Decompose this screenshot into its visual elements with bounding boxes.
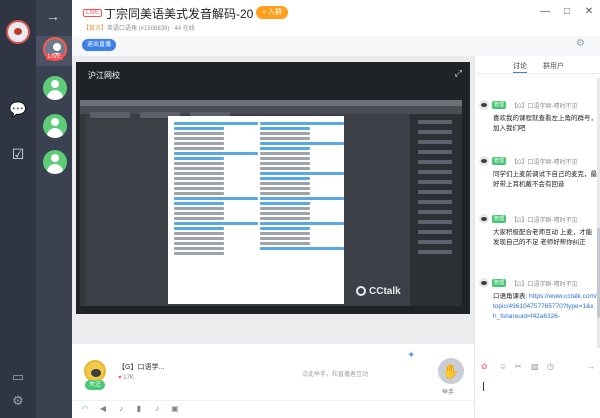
sender-name: 【G】口语学群-晴时不见	[511, 160, 578, 166]
calendar-check-icon[interactable]: ☑	[9, 145, 27, 163]
group-avatar[interactable]	[43, 150, 67, 174]
host-name: 【G】口语学...	[118, 364, 165, 371]
cctalk-window: 💬 ☑ ▭ ⚙ → LIVE LIVE 丁宗同美语美式发音解码-20 + 入群 …	[0, 0, 600, 418]
back-arrow-icon[interactable]: →	[46, 8, 60, 24]
sender-name: 【G】口语学群-晴时不见	[511, 104, 578, 110]
sparkle-icon: ✦	[407, 350, 416, 361]
group-list: → LIVE	[36, 0, 72, 418]
raise-hand-button[interactable]: ✋	[438, 358, 464, 384]
message-text: 口语角课表: https://www.cctalk.com/topic/4961…	[493, 293, 597, 320]
screen-icon[interactable]: ▭	[9, 368, 27, 386]
speaker-icon[interactable]: ◀	[98, 404, 108, 414]
group-info: 英语口语角 (#1508839)	[107, 26, 170, 32]
mic-volume-icon[interactable]: ♪	[152, 404, 162, 414]
message-text: 同学们上麦前调试下自己的麦克，最好带上耳机戴不会有回音	[493, 171, 597, 188]
title-bar: LIVE 丁宗同美语美式发音解码-20 + 入群 【官方】英语口语角 (#150…	[72, 0, 600, 36]
page-title: 丁宗同美语美式发音解码-20	[104, 7, 254, 21]
group-avatar[interactable]	[43, 76, 67, 100]
chat-tools: ✿ ☺ ✂ ▧ ◷ →	[475, 360, 600, 374]
volume-icon[interactable]: ♪	[116, 404, 126, 414]
sender-avatar[interactable]	[479, 214, 489, 224]
microphone-icon[interactable]: ▮	[134, 404, 144, 414]
message-text: 喜欢我的课程就查看左上角的群号，加入我们吧	[493, 115, 597, 132]
cctalk-watermark: CCtalk	[356, 286, 401, 297]
wifi-icon: ◠	[81, 404, 89, 413]
admin-badge: 管理	[492, 215, 507, 223]
settings-gear-icon[interactable]: ⚙	[576, 38, 585, 49]
online-count: 44 在线	[174, 26, 195, 32]
video-area: 沪江网校 ⤢ CCtalk	[72, 56, 474, 344]
official-tag: 【官方】	[83, 26, 108, 32]
join-group-button[interactable]: + 入群	[256, 6, 289, 19]
active-tab-underline	[513, 72, 527, 73]
camera-icon[interactable]: ▣	[170, 404, 180, 414]
sender-avatar[interactable]	[479, 156, 489, 166]
close-icon[interactable]: ✕	[582, 5, 596, 19]
host-avatar[interactable]	[84, 360, 106, 382]
admin-badge: 管理	[492, 157, 507, 165]
tab-discussion[interactable]: 讨论	[513, 61, 527, 71]
sender-name: 【G】口语学群-晴时不见	[511, 282, 578, 288]
sender-avatar[interactable]	[479, 278, 489, 288]
raise-hand-label: 举手	[442, 390, 455, 396]
send-arrow-icon[interactable]: →	[587, 362, 595, 371]
live-tag: LIVE	[83, 9, 103, 17]
interact-hint: 点此举手，和直播者互动	[302, 372, 369, 378]
fullscreen-icon[interactable]: ⤢	[455, 68, 462, 79]
video-stage[interactable]: 沪江网校 ⤢ CCtalk	[76, 62, 470, 314]
host-bar: 关注 【G】口语学... ♥ 17K 点此举手，和直播者互动 ✦ ✋ 举手	[72, 344, 474, 400]
maximize-icon[interactable]: □	[560, 5, 574, 19]
sender-name: 【G】口语学群-晴时不见	[511, 218, 578, 224]
school-name: 沪江网校	[88, 71, 120, 80]
image-icon[interactable]: ▧	[531, 362, 539, 371]
clock-icon[interactable]: ◷	[547, 362, 554, 371]
emoji-icon[interactable]: ☺	[499, 362, 507, 371]
admin-badge: 管理	[492, 101, 507, 109]
heart-icon: ♥	[118, 375, 122, 381]
settings-gear-icon[interactable]: ⚙	[9, 392, 27, 410]
sender-avatar[interactable]	[479, 100, 489, 110]
chat-panel: 讨论 群用户 管理 【G】口语学群-晴时不见 喜欢我的课程就查看左上角的群号，加…	[474, 56, 600, 418]
scissors-icon[interactable]: ✂	[515, 362, 522, 371]
chat-tabs: 讨论 群用户	[475, 56, 600, 74]
chat-icon[interactable]: 💬	[9, 100, 27, 118]
admin-badge: 管理	[492, 279, 507, 287]
left-rail: 💬 ☑ ▭ ⚙	[0, 0, 36, 418]
viewer-side-panel	[410, 114, 462, 306]
flower-icon[interactable]: ✿	[481, 362, 488, 371]
shared-screen: CCtalk	[80, 100, 462, 306]
tab-group-users[interactable]: 群用户	[543, 61, 564, 71]
media-controls: ◠ ◀ ♪ ▮ ♪ ▣	[72, 400, 474, 418]
group-avatar[interactable]	[43, 114, 67, 138]
user-avatar[interactable]	[6, 20, 30, 44]
group-live-badge: LIVE	[46, 54, 64, 60]
document-page	[168, 116, 344, 304]
follow-button[interactable]: 关注	[85, 380, 106, 390]
text-caret	[483, 382, 484, 391]
toolbar: 退出直播 ⚙	[72, 36, 600, 56]
minimize-icon[interactable]: —	[538, 5, 552, 19]
message-text: 大家积极配合老师互动 上麦，才能发现自己的不足 老师好帮你纠正	[493, 229, 593, 246]
exit-live-button[interactable]: 退出直播	[82, 39, 117, 51]
fans-count: ♥ 17K	[118, 375, 134, 381]
chat-input[interactable]	[481, 376, 595, 416]
group-subtitle: 【官方】英语口语角 (#1508839) 44 在线	[83, 23, 195, 32]
